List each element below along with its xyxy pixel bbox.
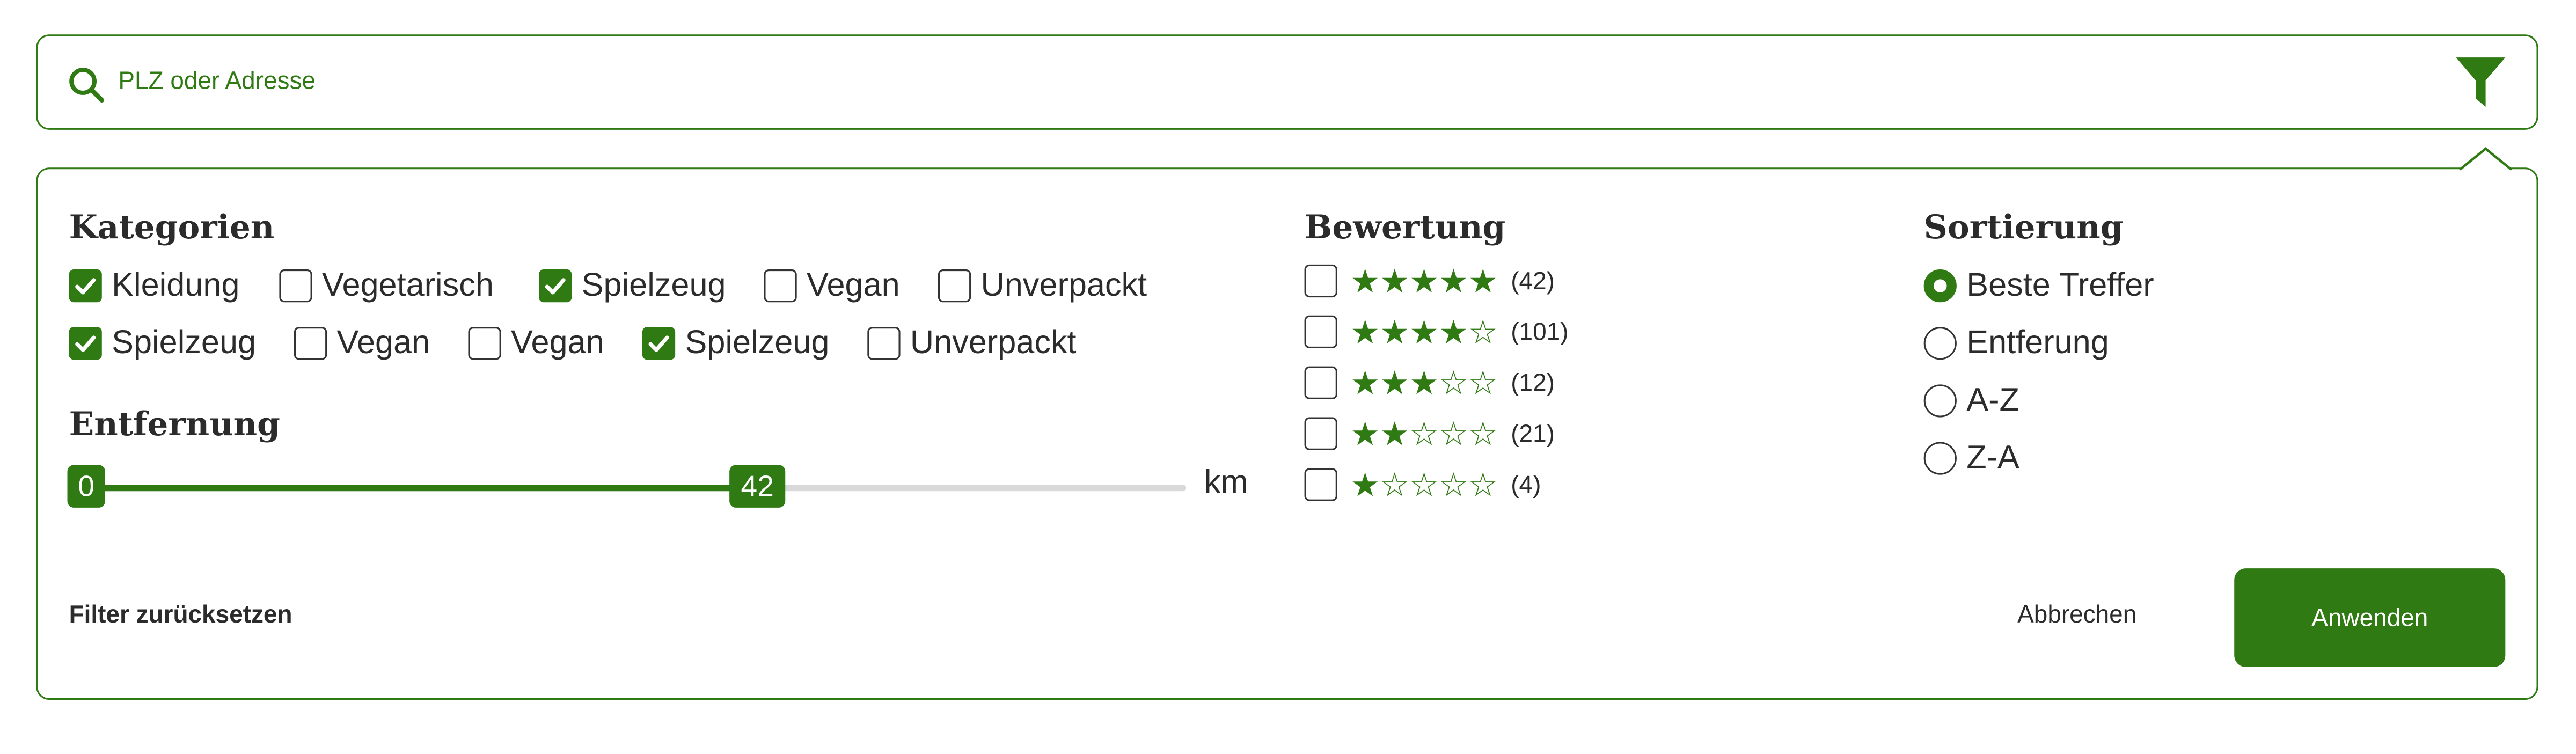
category-label: Vegan: [511, 325, 604, 362]
radio[interactable]: [1923, 327, 1957, 360]
search-input[interactable]: PLZ oder Adresse: [118, 68, 316, 97]
apply-button[interactable]: Anwenden: [2234, 568, 2506, 667]
checkbox[interactable]: [294, 327, 327, 360]
checkbox-checked[interactable]: [642, 327, 676, 360]
filter-widget: PLZ oder Adresse Kategorien Kleidung Vege…: [0, 0, 2576, 754]
category-option[interactable]: Kleidung: [69, 266, 240, 305]
rating-option[interactable]: ★★★★★ (42): [1304, 261, 1555, 301]
rating-count: (12): [1511, 369, 1555, 397]
kategorien-title: Kategorien: [69, 207, 275, 247]
checkbox[interactable]: [1304, 417, 1337, 450]
checkbox[interactable]: [1304, 264, 1337, 298]
distance-slider-value-handle[interactable]: 42: [729, 465, 786, 508]
checkbox[interactable]: [279, 269, 312, 303]
checkbox-checked[interactable]: [69, 327, 102, 360]
category-label: Vegetarisch: [321, 267, 494, 304]
category-label: Spielzeug: [685, 325, 830, 362]
rating-option[interactable]: ★★★☆☆ (12): [1304, 363, 1555, 402]
radio-selected[interactable]: [1923, 269, 1957, 303]
category-label: Unverpackt: [910, 325, 1077, 362]
filter-panel: [36, 167, 2538, 700]
rating-option[interactable]: ★☆☆☆☆ (4): [1304, 465, 1541, 504]
sort-option[interactable]: Beste Treffer: [1923, 266, 2154, 305]
rating-count: (42): [1511, 267, 1555, 295]
reset-filters-link[interactable]: Filter zurücksetzen: [69, 601, 292, 629]
search-icon: [69, 68, 105, 103]
filter-icon[interactable]: [2453, 54, 2508, 110]
category-option[interactable]: Vegan: [294, 324, 430, 363]
sort-label: Beste Treffer: [1966, 267, 2154, 304]
checkbox[interactable]: [1304, 315, 1337, 348]
category-option[interactable]: Spielzeug: [642, 324, 829, 363]
category-label: Vegan: [336, 325, 430, 362]
distance-unit: km: [1204, 465, 1248, 501]
search-bar[interactable]: [36, 34, 2538, 130]
category-option[interactable]: Unverpackt: [938, 266, 1147, 305]
checkbox-checked[interactable]: [69, 269, 102, 303]
category-option[interactable]: Vegan: [468, 324, 604, 363]
checkbox[interactable]: [1304, 366, 1337, 399]
distance-slider-min-handle[interactable]: 0: [67, 465, 105, 508]
category-label: Spielzeug: [112, 325, 257, 362]
sort-option[interactable]: Z-A: [1923, 438, 2019, 478]
category-label: Vegan: [807, 267, 900, 304]
checkbox[interactable]: [867, 327, 901, 360]
rating-count: (4): [1511, 471, 1541, 499]
panel-notch: [2459, 147, 2512, 173]
star-rating-icon: ★★★★☆: [1350, 312, 1498, 352]
rating-option[interactable]: ★★☆☆☆ (21): [1304, 414, 1555, 453]
sort-option[interactable]: Entferung: [1923, 324, 2109, 363]
sort-label: Z-A: [1966, 440, 2019, 477]
checkbox[interactable]: [938, 269, 971, 303]
entfernung-title: Entfernung: [69, 404, 280, 444]
star-rating-icon: ★★☆☆☆: [1350, 414, 1498, 453]
category-option[interactable]: Vegan: [764, 266, 900, 305]
category-option[interactable]: Spielzeug: [69, 324, 256, 363]
sortierung-title: Sortierung: [1923, 207, 2124, 247]
sort-label: Entferung: [1966, 325, 2109, 362]
checkbox-checked[interactable]: [539, 269, 572, 303]
category-label: Kleidung: [112, 267, 240, 304]
category-option[interactable]: Spielzeug: [539, 266, 726, 305]
sort-label: A-Z: [1966, 383, 2019, 419]
category-label: Spielzeug: [581, 267, 726, 304]
rating-option[interactable]: ★★★★☆ (101): [1304, 312, 1569, 352]
bewertung-title: Bewertung: [1304, 207, 1506, 247]
category-label: Unverpackt: [980, 267, 1147, 304]
rating-count: (21): [1511, 420, 1555, 448]
category-option[interactable]: Unverpackt: [867, 324, 1077, 363]
radio[interactable]: [1923, 384, 1957, 418]
checkbox[interactable]: [468, 327, 501, 360]
cancel-button[interactable]: Abbrechen: [2017, 601, 2136, 629]
checkbox[interactable]: [764, 269, 797, 303]
category-option[interactable]: Vegetarisch: [279, 266, 494, 305]
star-rating-icon: ★☆☆☆☆: [1350, 465, 1498, 504]
checkbox[interactable]: [1304, 468, 1337, 501]
sort-option[interactable]: A-Z: [1923, 381, 2019, 420]
rating-count: (101): [1511, 318, 1569, 346]
distance-slider-fill: [85, 485, 758, 492]
star-rating-icon: ★★★☆☆: [1350, 363, 1498, 402]
radio[interactable]: [1923, 442, 1957, 475]
star-rating-icon: ★★★★★: [1350, 261, 1498, 301]
